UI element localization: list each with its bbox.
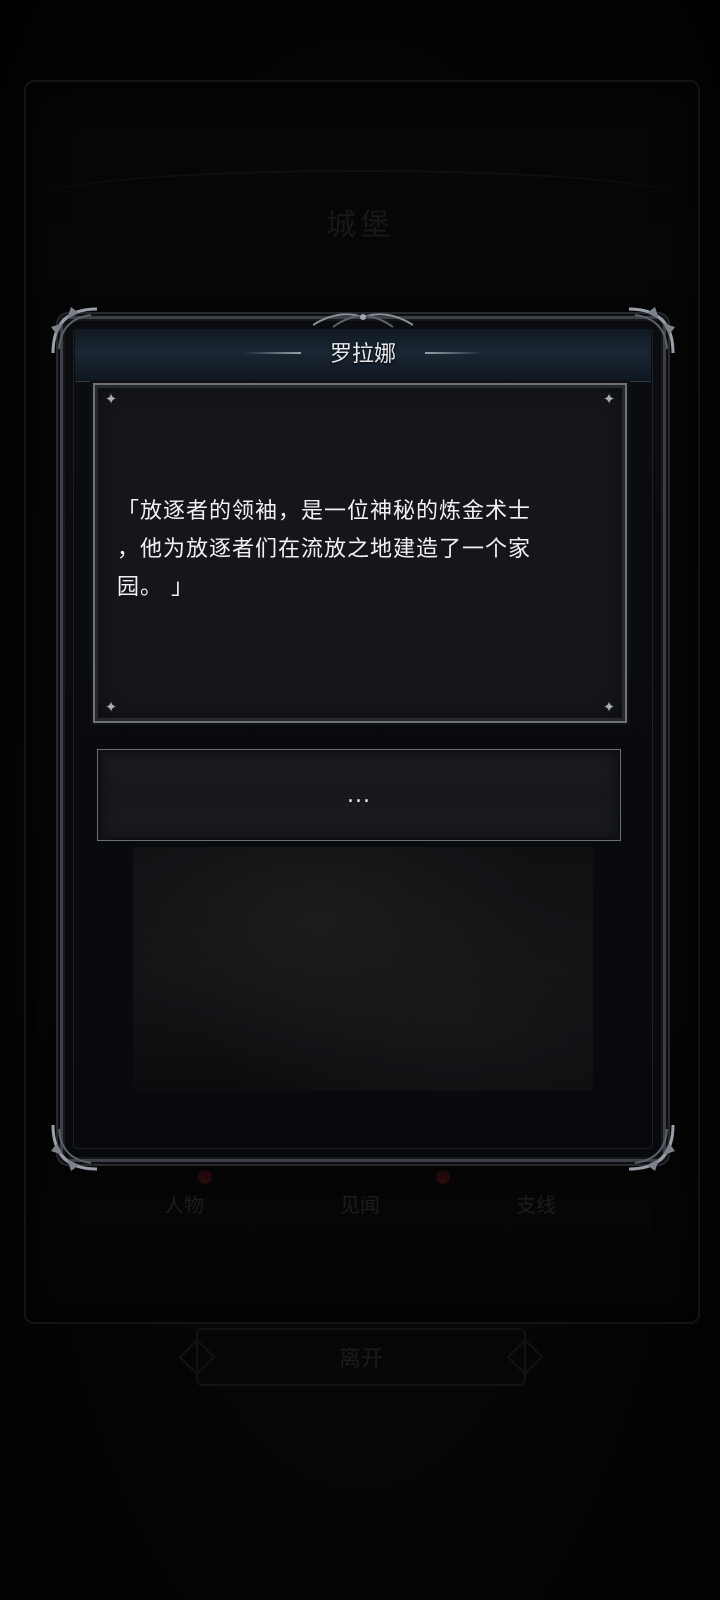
dialogue-text-box: ✦ ✦ ✦ ✦ 「放逐者的领袖，是一位神秘的炼金术士 ，他为放逐者们在流放之地建… (93, 383, 627, 723)
tab-label: 支线 (516, 1192, 556, 1217)
reply-option-label: ... (347, 782, 371, 808)
dialogue-text: 「放逐者的领袖，是一位神秘的炼金术士 ，他为放逐者们在流放之地建造了一个家 园。… (117, 499, 532, 600)
tab-label: 见闻 (340, 1192, 380, 1217)
sparkle-icon: ✦ (104, 698, 118, 716)
dialogue-window: 罗拉娜 ✦ ✦ ✦ ✦ 「放逐者的领袖，是一位神秘的炼金术士 ，他为放逐者们在流… (51, 307, 675, 1171)
game-screen: 城堡 人物 见闻 支线 离开 罗拉娜 ✦ ✦ ✦ ✦ 「放逐者的领袖，是一位神秘… (0, 0, 720, 1600)
sparkle-icon: ✦ (602, 698, 616, 716)
reply-option-button[interactable]: ... (97, 749, 621, 841)
tab-stories[interactable]: 见闻 (272, 1168, 450, 1238)
background-location-title: 城堡 (326, 208, 394, 243)
tab-label: 人物 (164, 1192, 204, 1217)
tab-characters[interactable]: 人物 (96, 1168, 272, 1238)
background-artwork (133, 847, 593, 1091)
notification-dot (198, 1170, 212, 1184)
speaker-name: 罗拉娜 (243, 331, 425, 373)
sparkle-icon: ✦ (602, 390, 616, 408)
leave-button[interactable]: 离开 (196, 1328, 526, 1386)
background-tab-bar: 人物 见闻 支线 (96, 1168, 624, 1238)
tab-side-quests[interactable]: 支线 (448, 1168, 624, 1238)
sparkle-icon: ✦ (104, 390, 118, 408)
